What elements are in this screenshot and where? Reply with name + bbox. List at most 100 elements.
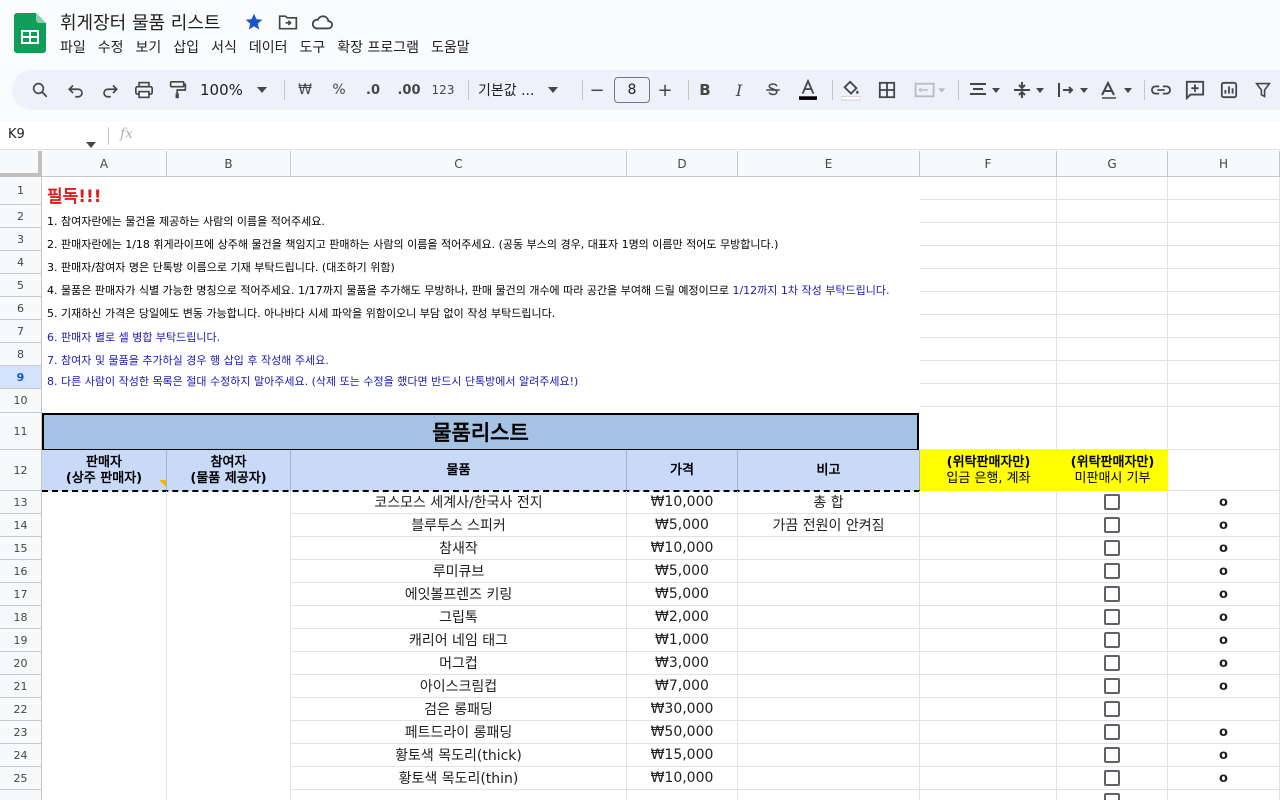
row-header-14[interactable]: 14 [0, 514, 42, 537]
column-header-d[interactable]: D [627, 151, 738, 177]
empty-cell[interactable] [291, 790, 627, 800]
item-price-cell[interactable]: ₩30,000 [627, 698, 738, 721]
empty-cell[interactable] [920, 491, 1057, 514]
text-wrapping-icon[interactable] [1054, 76, 1092, 104]
sheets-logo-icon[interactable] [14, 13, 46, 53]
row-header-12[interactable]: 12 [0, 450, 42, 491]
empty-cell[interactable] [920, 744, 1057, 767]
vertical-align-icon[interactable] [1010, 76, 1048, 104]
donate-checkbox-cell[interactable] [1057, 583, 1168, 606]
insert-chart-icon[interactable] [1216, 76, 1242, 104]
font-family-select[interactable]: 기본값 ... [478, 76, 568, 104]
empty-cell[interactable] [738, 790, 920, 800]
checkbox[interactable] [1104, 494, 1120, 510]
item-donate-cell[interactable]: o [1168, 744, 1280, 767]
item-item-cell[interactable]: 캐리어 네임 태그 [291, 629, 627, 652]
empty-cell[interactable] [920, 560, 1057, 583]
item-price-cell[interactable]: ₩15,000 [627, 744, 738, 767]
checkbox[interactable] [1104, 678, 1120, 694]
item-item-cell[interactable]: 루미큐브 [291, 560, 627, 583]
item-note-cell[interactable] [738, 767, 920, 790]
empty-cells-f[interactable] [920, 177, 1057, 413]
item-item-cell[interactable]: 페트드라이 롱패딩 [291, 721, 627, 744]
item-note-cell[interactable] [738, 629, 920, 652]
item-item-cell[interactable]: 참새작 [291, 537, 627, 560]
item-price-cell[interactable]: ₩5,000 [627, 583, 738, 606]
column-header-e[interactable]: E [738, 151, 920, 177]
item-donate-cell[interactable]: o [1168, 491, 1280, 514]
donate-checkbox-cell[interactable] [1057, 767, 1168, 790]
increase-decimal-button[interactable]: .00 [394, 76, 424, 104]
participant-merged-cell[interactable] [167, 491, 291, 800]
strikethrough-icon[interactable] [762, 76, 784, 104]
checkbox[interactable] [1104, 540, 1120, 556]
donate-checkbox-cell[interactable] [1057, 629, 1168, 652]
star-icon[interactable] [240, 9, 268, 35]
checkbox[interactable] [1104, 586, 1120, 602]
header-participant[interactable]: 참여자 (물품 제공자) [167, 450, 291, 491]
item-donate-cell[interactable]: o [1168, 721, 1280, 744]
item-price-cell[interactable]: ₩3,000 [627, 652, 738, 675]
empty-cell[interactable] [627, 790, 738, 800]
item-price-cell[interactable]: ₩1,000 [627, 629, 738, 652]
donate-checkbox-cell[interactable] [1057, 652, 1168, 675]
move-folder-icon[interactable] [274, 9, 302, 35]
item-price-cell[interactable]: ₩7,000 [627, 675, 738, 698]
row-header-23[interactable]: 23 [0, 721, 42, 744]
column-header-a[interactable]: A [42, 151, 167, 177]
donate-checkbox-cell[interactable] [1057, 675, 1168, 698]
column-header-g[interactable]: G [1057, 151, 1168, 177]
column-header-h[interactable]: H [1168, 151, 1280, 177]
checkbox[interactable] [1104, 701, 1120, 717]
donate-checkbox-cell[interactable] [1057, 698, 1168, 721]
item-note-cell[interactable] [738, 744, 920, 767]
donate-checkbox-cell[interactable] [1057, 790, 1168, 800]
donate-checkbox-cell[interactable] [1057, 721, 1168, 744]
menu-data[interactable]: 데이터 [243, 36, 294, 58]
spreadsheet-grid[interactable]: A B C D E F G H 1 2 3 4 5 6 7 8 9 10 11 … [0, 151, 1280, 800]
row-header-8[interactable]: 8 [0, 343, 42, 366]
donate-checkbox-cell[interactable] [1057, 514, 1168, 537]
item-note-cell[interactable]: 가끔 전원이 안켜짐 [738, 514, 920, 537]
item-donate-cell[interactable]: o [1168, 606, 1280, 629]
checkbox[interactable] [1104, 563, 1120, 579]
item-item-cell[interactable]: 황토색 목도리(thick) [291, 744, 627, 767]
empty-cell[interactable] [920, 606, 1057, 629]
checkbox[interactable] [1104, 747, 1120, 763]
empty-cell[interactable] [920, 537, 1057, 560]
borders-icon[interactable] [874, 76, 900, 104]
item-donate-cell[interactable]: o [1168, 560, 1280, 583]
donate-checkbox-cell[interactable] [1057, 491, 1168, 514]
menu-tools[interactable]: 도구 [293, 36, 331, 58]
item-list-title[interactable]: 물품리스트 [42, 413, 919, 451]
empty-cell[interactable] [920, 652, 1057, 675]
menu-help[interactable]: 도움말 [425, 36, 476, 58]
empty-cell[interactable] [1168, 790, 1280, 800]
row-header-25[interactable]: 25 [0, 767, 42, 790]
item-price-cell[interactable]: ₩5,000 [627, 514, 738, 537]
currency-format-button[interactable]: ₩ [294, 76, 316, 104]
item-item-cell[interactable]: 에잇볼프렌즈 키링 [291, 583, 627, 606]
row-header-1[interactable]: 1 [0, 177, 42, 205]
empty-cell[interactable] [920, 767, 1057, 790]
row-header-26[interactable] [0, 790, 42, 800]
item-note-cell[interactable] [738, 675, 920, 698]
row-header-22[interactable]: 22 [0, 698, 42, 721]
cell-h11[interactable] [1168, 413, 1280, 450]
empty-cell[interactable] [920, 583, 1057, 606]
row-header-3[interactable]: 3 [0, 228, 42, 251]
checkbox[interactable] [1104, 632, 1120, 648]
item-price-cell[interactable]: ₩2,000 [627, 606, 738, 629]
item-note-cell[interactable] [738, 721, 920, 744]
row-header-10[interactable]: 10 [0, 389, 42, 413]
row-header-18[interactable]: 18 [0, 606, 42, 629]
checkbox[interactable] [1104, 793, 1120, 800]
increase-font-size-button[interactable]: + [654, 76, 676, 104]
chevron-down-icon[interactable] [86, 133, 96, 152]
item-note-cell[interactable]: 총 합 [738, 491, 920, 514]
insert-comment-icon[interactable] [1182, 76, 1208, 104]
row-header-24[interactable]: 24 [0, 744, 42, 767]
item-item-cell[interactable]: 검은 롱패딩 [291, 698, 627, 721]
bold-button[interactable]: B [694, 76, 716, 104]
print-icon[interactable] [130, 76, 158, 104]
